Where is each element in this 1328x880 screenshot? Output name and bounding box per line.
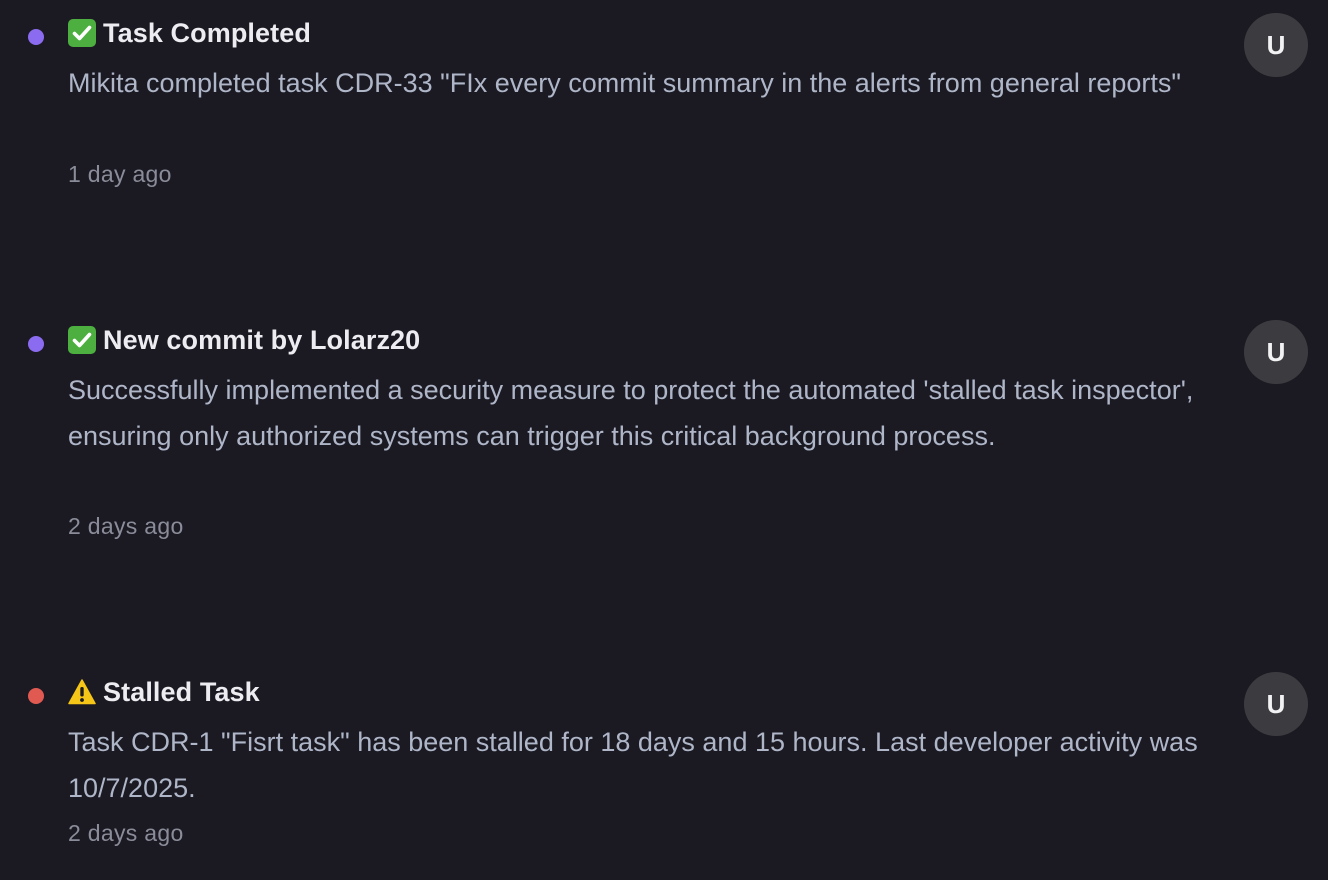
notification-time: 1 day ago <box>68 161 172 187</box>
check-mark-icon <box>68 326 96 354</box>
notification-time: 2 days ago <box>68 820 184 846</box>
avatar[interactable]: U <box>1244 13 1308 77</box>
check-mark-icon <box>68 19 96 47</box>
notification-body: Task CDR-1 "Fisrt task" has been stalled… <box>68 727 1198 803</box>
notification-header: Task Completed <box>68 16 311 50</box>
avatar[interactable]: U <box>1244 672 1308 736</box>
notification-body: Successfully implemented a security meas… <box>68 375 1194 451</box>
notification-title: Stalled Task <box>103 676 260 707</box>
unread-dot <box>28 688 44 704</box>
unread-dot <box>28 29 44 45</box>
notification-title: Task Completed <box>103 17 311 48</box>
notification-title: New commit by Lolarz20 <box>103 324 421 355</box>
notification-feed: Task Completed Mikita completed task CDR… <box>0 0 1328 880</box>
notification-body: Mikita completed task CDR-33 "FIx every … <box>68 68 1181 98</box>
notification-time: 2 days ago <box>68 513 184 539</box>
avatar[interactable]: U <box>1244 320 1308 384</box>
warning-icon <box>68 679 96 705</box>
notification-header: Stalled Task <box>68 675 260 709</box>
notification-header: New commit by Lolarz20 <box>68 323 420 357</box>
unread-dot <box>28 336 44 352</box>
